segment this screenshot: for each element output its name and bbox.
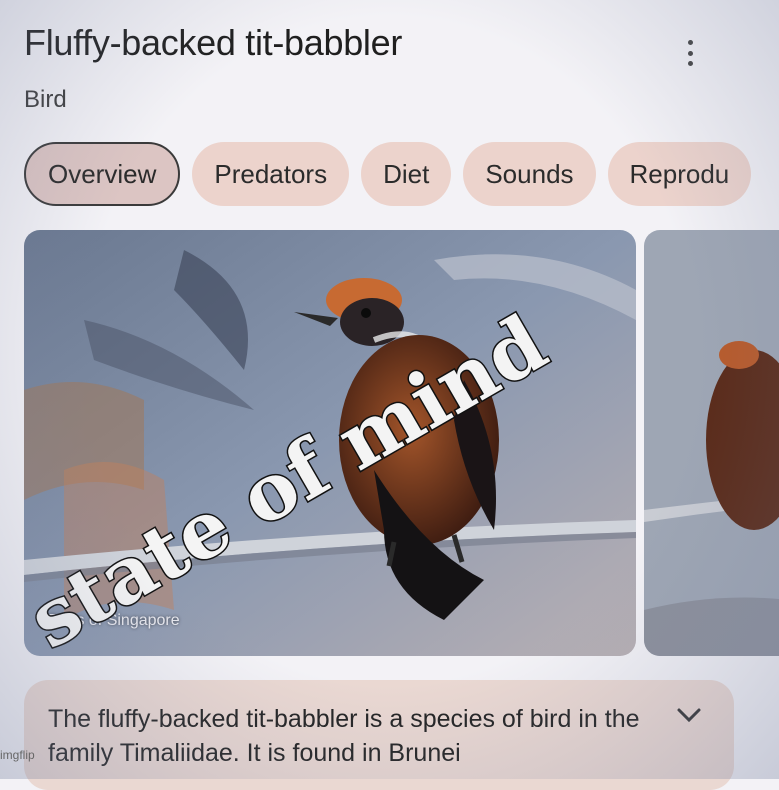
tab-bar: Overview Predators Diet Sounds Reprodu [24, 142, 779, 208]
page-subtitle: Bird [24, 86, 67, 113]
chevron-down-icon[interactable] [674, 704, 704, 726]
description-card[interactable]: The fluffy-backed tit-babbler is a speci… [24, 680, 734, 790]
bird-photo-secondary[interactable] [644, 230, 779, 656]
page-title: Fluffy-backed tit-babbler [24, 22, 403, 63]
tab-diet[interactable]: Diet [361, 142, 452, 206]
bird-photo[interactable]: Birds of Singapore [24, 230, 636, 656]
image-gallery: Birds of Singapore [24, 230, 779, 656]
more-vert-icon[interactable] [676, 38, 704, 68]
tab-overview[interactable]: Overview [24, 142, 181, 206]
tab-reproduction[interactable]: Reprodu [607, 142, 752, 206]
tab-predators[interactable]: Predators [192, 142, 350, 206]
tab-sounds[interactable]: Sounds [463, 142, 596, 206]
watermark: imgflip [0, 748, 35, 762]
description-text: The fluffy-backed tit-babbler is a speci… [48, 705, 640, 767]
photo-caption: Birds of Singapore [48, 612, 180, 629]
